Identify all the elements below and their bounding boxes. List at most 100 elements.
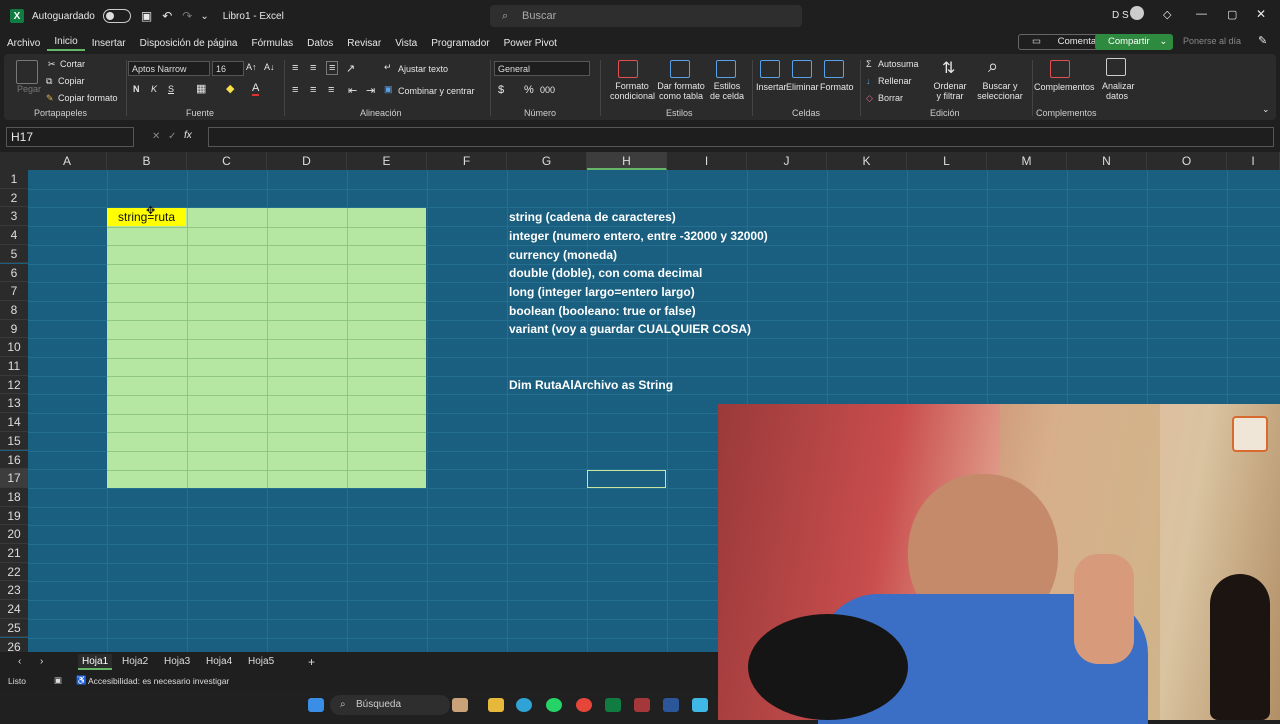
redo-icon[interactable]: ↷ bbox=[182, 9, 192, 23]
select-all-corner[interactable] bbox=[0, 152, 28, 170]
merge-center-button[interactable]: Combinar y centrar bbox=[398, 86, 475, 96]
decrease-font-icon[interactable]: A↓ bbox=[264, 62, 275, 72]
increase-indent-icon[interactable]: ⇥ bbox=[366, 84, 375, 97]
align-top-icon[interactable]: ≡ bbox=[292, 62, 298, 74]
row-header-16[interactable]: 16 bbox=[0, 450, 28, 470]
tab-hoja3[interactable]: Hoja3 bbox=[160, 654, 194, 670]
row-header-5[interactable]: 5 bbox=[0, 244, 28, 264]
pen-icon[interactable]: ✎ bbox=[1258, 34, 1267, 47]
align-center-icon[interactable]: ≡ bbox=[310, 84, 316, 96]
thousands-button[interactable]: 000 bbox=[540, 85, 555, 95]
bold-button[interactable]: N bbox=[133, 84, 140, 94]
menu-inicio[interactable]: Inicio bbox=[47, 36, 85, 51]
borders-icon[interactable]: ▦ bbox=[196, 82, 206, 95]
windows-start-icon[interactable] bbox=[308, 698, 324, 712]
column-header-k[interactable]: K bbox=[827, 152, 907, 170]
column-header-g[interactable]: G bbox=[507, 152, 587, 170]
menu-programador[interactable]: Programador bbox=[424, 38, 496, 49]
whatsapp-icon[interactable] bbox=[546, 698, 562, 712]
row-header-18[interactable]: 18 bbox=[0, 487, 28, 507]
autosum-button[interactable]: Autosuma bbox=[878, 59, 919, 69]
delete-cells-button[interactable]: Eliminar bbox=[786, 82, 819, 92]
maximize-icon[interactable]: ▢ bbox=[1227, 8, 1237, 21]
selected-cell-h17[interactable] bbox=[587, 470, 666, 488]
row-header-15[interactable]: 15 bbox=[0, 431, 28, 451]
tab-hoja5[interactable]: Hoja5 bbox=[244, 654, 278, 670]
macro-record-icon[interactable]: ▣ bbox=[54, 675, 62, 686]
menu-formulas[interactable]: Fórmulas bbox=[244, 38, 300, 49]
accessibility-status[interactable]: Accesibilidad: es necesario investigar bbox=[88, 676, 229, 686]
weather-icon[interactable] bbox=[452, 698, 468, 712]
note-line[interactable]: currency (moneda) bbox=[509, 248, 617, 262]
search-box[interactable]: ⌕ Buscar bbox=[490, 5, 802, 27]
note-line[interactable]: string (cadena de caracteres) bbox=[509, 210, 676, 224]
autosave-toggle[interactable] bbox=[102, 9, 131, 23]
prev-sheet-icon[interactable]: ‹ bbox=[14, 654, 25, 670]
row-header-24[interactable]: 24 bbox=[0, 600, 28, 619]
menu-insertar[interactable]: Insertar bbox=[85, 38, 133, 49]
sort-filter-button[interactable]: Ordenar y filtrar bbox=[930, 81, 970, 101]
column-header-o[interactable]: O bbox=[1147, 152, 1227, 170]
avatar[interactable] bbox=[1130, 6, 1144, 20]
collapse-ribbon-icon[interactable]: ⌄ bbox=[1262, 104, 1270, 115]
column-header-a[interactable]: A bbox=[28, 152, 107, 170]
analyze-data-button[interactable]: Analizar datos bbox=[1102, 81, 1135, 101]
file-explorer-icon[interactable] bbox=[488, 698, 504, 712]
wrap-text-button[interactable]: Ajustar texto bbox=[398, 64, 448, 74]
insert-cells-button[interactable]: Insertar bbox=[756, 82, 787, 92]
align-right-icon[interactable]: ≡ bbox=[328, 84, 334, 96]
note-line[interactable]: integer (numero entero, entre -32000 y 3… bbox=[509, 229, 768, 243]
paste-icon[interactable] bbox=[16, 60, 38, 84]
italic-button[interactable]: K bbox=[151, 84, 157, 94]
diamond-icon[interactable]: ◇ bbox=[1163, 8, 1171, 21]
column-header-l[interactable]: L bbox=[907, 152, 987, 170]
row-header-23[interactable]: 23 bbox=[0, 581, 28, 601]
format-painter-button[interactable]: Copiar formato bbox=[58, 93, 118, 103]
insert-function-button[interactable]: fx bbox=[184, 130, 192, 141]
currency-button[interactable]: $ bbox=[498, 84, 504, 96]
column-header-c[interactable]: C bbox=[187, 152, 267, 170]
percent-button[interactable]: % bbox=[524, 84, 534, 96]
row-header-4[interactable]: 4 bbox=[0, 226, 28, 245]
row-header-3[interactable]: 3 bbox=[0, 207, 28, 227]
tab-hoja1[interactable]: Hoja1 bbox=[78, 654, 113, 670]
font-size-select[interactable]: 16 bbox=[212, 61, 244, 76]
note-line[interactable]: double (doble), con coma decimal bbox=[509, 266, 702, 280]
row-header-7[interactable]: 7 bbox=[0, 282, 28, 301]
row-header-11[interactable]: 11 bbox=[0, 357, 28, 376]
menu-archivo[interactable]: Archivo bbox=[0, 38, 47, 49]
align-bottom-icon[interactable]: ≡ bbox=[326, 61, 339, 75]
column-header-j[interactable]: J bbox=[747, 152, 827, 170]
row-header-9[interactable]: 9 bbox=[0, 319, 28, 339]
conditional-format-button[interactable]: Formato condicional bbox=[610, 81, 655, 101]
table-format-button[interactable]: Dar formato como tabla bbox=[656, 81, 706, 101]
decrease-indent-icon[interactable]: ⇤ bbox=[348, 84, 357, 97]
notepad-icon[interactable] bbox=[692, 698, 708, 712]
cell-styles-button[interactable]: Estilos de celda bbox=[708, 81, 746, 101]
cut-button[interactable]: Cortar bbox=[60, 59, 85, 69]
row-header-12[interactable]: 12 bbox=[0, 375, 28, 395]
increase-font-icon[interactable]: A↑ bbox=[246, 62, 257, 72]
customize-qat-icon[interactable]: ⌄ bbox=[200, 11, 208, 22]
addins-button[interactable]: Complementos bbox=[1034, 82, 1095, 92]
cancel-icon[interactable]: ✕ bbox=[152, 131, 160, 142]
row-header-13[interactable]: 13 bbox=[0, 394, 28, 414]
find-select-button[interactable]: Buscar y seleccionar bbox=[972, 81, 1028, 101]
name-box[interactable]: H17 bbox=[6, 127, 134, 147]
orientation-icon[interactable]: ↗ bbox=[346, 62, 355, 75]
row-header-19[interactable]: 19 bbox=[0, 506, 28, 526]
row-header-6[interactable]: 6 bbox=[0, 263, 28, 283]
number-format-select[interactable]: General bbox=[494, 61, 590, 76]
tab-hoja2[interactable]: Hoja2 bbox=[118, 654, 152, 670]
menu-vista[interactable]: Vista bbox=[388, 38, 424, 49]
add-sheet-icon[interactable]: + bbox=[304, 654, 319, 670]
edge-icon[interactable] bbox=[516, 698, 532, 712]
row-header-2[interactable]: 2 bbox=[0, 188, 28, 208]
next-sheet-icon[interactable]: › bbox=[36, 654, 47, 670]
row-header-25[interactable]: 25 bbox=[0, 618, 28, 638]
save-icon[interactable]: ▣ bbox=[141, 9, 152, 23]
column-header-i[interactable]: I bbox=[667, 152, 747, 170]
minimize-icon[interactable]: — bbox=[1196, 8, 1207, 20]
column-header-m[interactable]: M bbox=[987, 152, 1067, 170]
row-header-14[interactable]: 14 bbox=[0, 413, 28, 432]
